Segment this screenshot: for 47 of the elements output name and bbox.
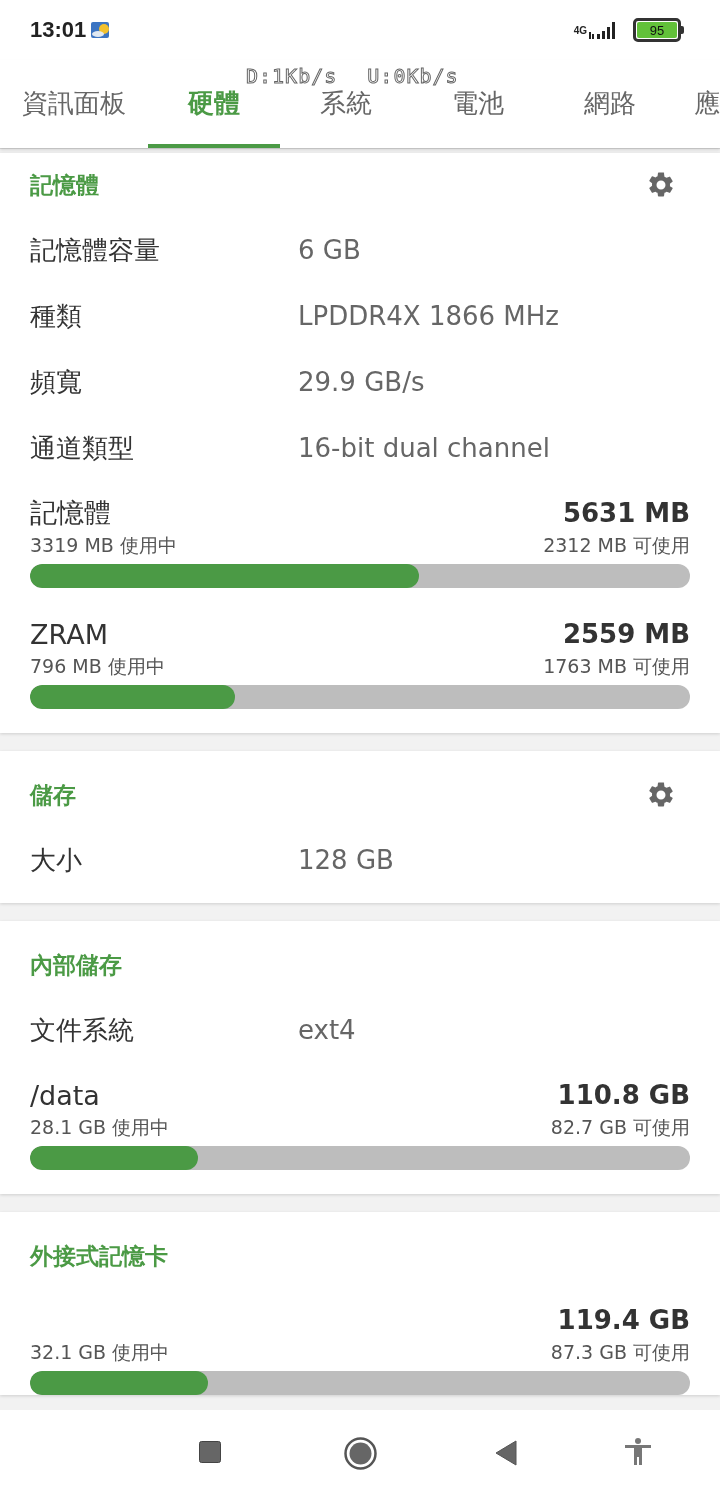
total-size: 5631 MB	[562, 498, 690, 528]
back-icon[interactable]	[495, 1440, 517, 1466]
total-size: 119.4 GB	[557, 1305, 690, 1335]
used-amount: 28.1 GB 使用中	[30, 1115, 170, 1140]
used-amount: 796 MB 使用中	[30, 654, 165, 679]
section-title: 記憶體	[30, 170, 99, 200]
status-time: 13:01	[30, 17, 87, 43]
field-label: 通道類型	[30, 431, 135, 465]
available-amount: 2312 MB 可使用	[543, 533, 690, 558]
field-value: 6 GB	[298, 235, 361, 265]
meter-name: /data	[30, 1079, 100, 1111]
section-title: 內部儲存	[30, 950, 122, 980]
settings-icon[interactable]	[646, 780, 676, 810]
field-label: 頻寬	[30, 365, 83, 399]
battery-level: 95	[637, 22, 677, 38]
used-amount: 3319 MB 使用中	[30, 533, 177, 558]
available-amount: 82.7 GB 可使用	[550, 1115, 690, 1140]
tab[interactable]: 資訊面板	[16, 88, 148, 148]
field-value: 128 GB	[298, 845, 394, 875]
tab[interactable]: 網路	[544, 88, 676, 148]
field-label: 記憶體容量	[30, 233, 161, 267]
tab[interactable]: 硬體	[148, 88, 280, 148]
tab[interactable]: 應	[676, 88, 720, 148]
available-amount: 87.3 GB 可使用	[550, 1340, 690, 1365]
network-type: 4G	[573, 24, 587, 36]
total-size: 110.8 GB	[557, 1080, 690, 1110]
upload-speed: U:0Kb/s	[367, 64, 459, 88]
section-title: 儲存	[30, 780, 76, 810]
field-value: LPDDR4X 1866 MHz	[298, 301, 559, 331]
field-value: 29.9 GB/s	[298, 367, 425, 397]
download-speed: D:1Kb/s	[246, 64, 338, 88]
field-value: 16-bit dual channel	[298, 433, 550, 463]
used-amount: 32.1 GB 使用中	[30, 1340, 170, 1365]
meter-name: ZRAM	[30, 618, 108, 650]
tab[interactable]: 系統	[280, 88, 412, 148]
home-icon[interactable]	[344, 1437, 377, 1470]
section-title: 外接式記憶卡	[30, 1241, 168, 1271]
settings-icon[interactable]	[646, 170, 676, 200]
field-label: 文件系統	[30, 1013, 135, 1047]
available-amount: 1763 MB 可使用	[543, 654, 690, 679]
meter-name: 記憶體	[30, 496, 111, 530]
field-value: ext4	[298, 1015, 356, 1045]
accessibility-icon[interactable]	[625, 1438, 651, 1466]
tab[interactable]: 電池	[412, 88, 544, 148]
field-label: 種類	[30, 299, 83, 333]
field-label: 大小	[30, 843, 83, 877]
total-size: 2559 MB	[562, 619, 690, 649]
